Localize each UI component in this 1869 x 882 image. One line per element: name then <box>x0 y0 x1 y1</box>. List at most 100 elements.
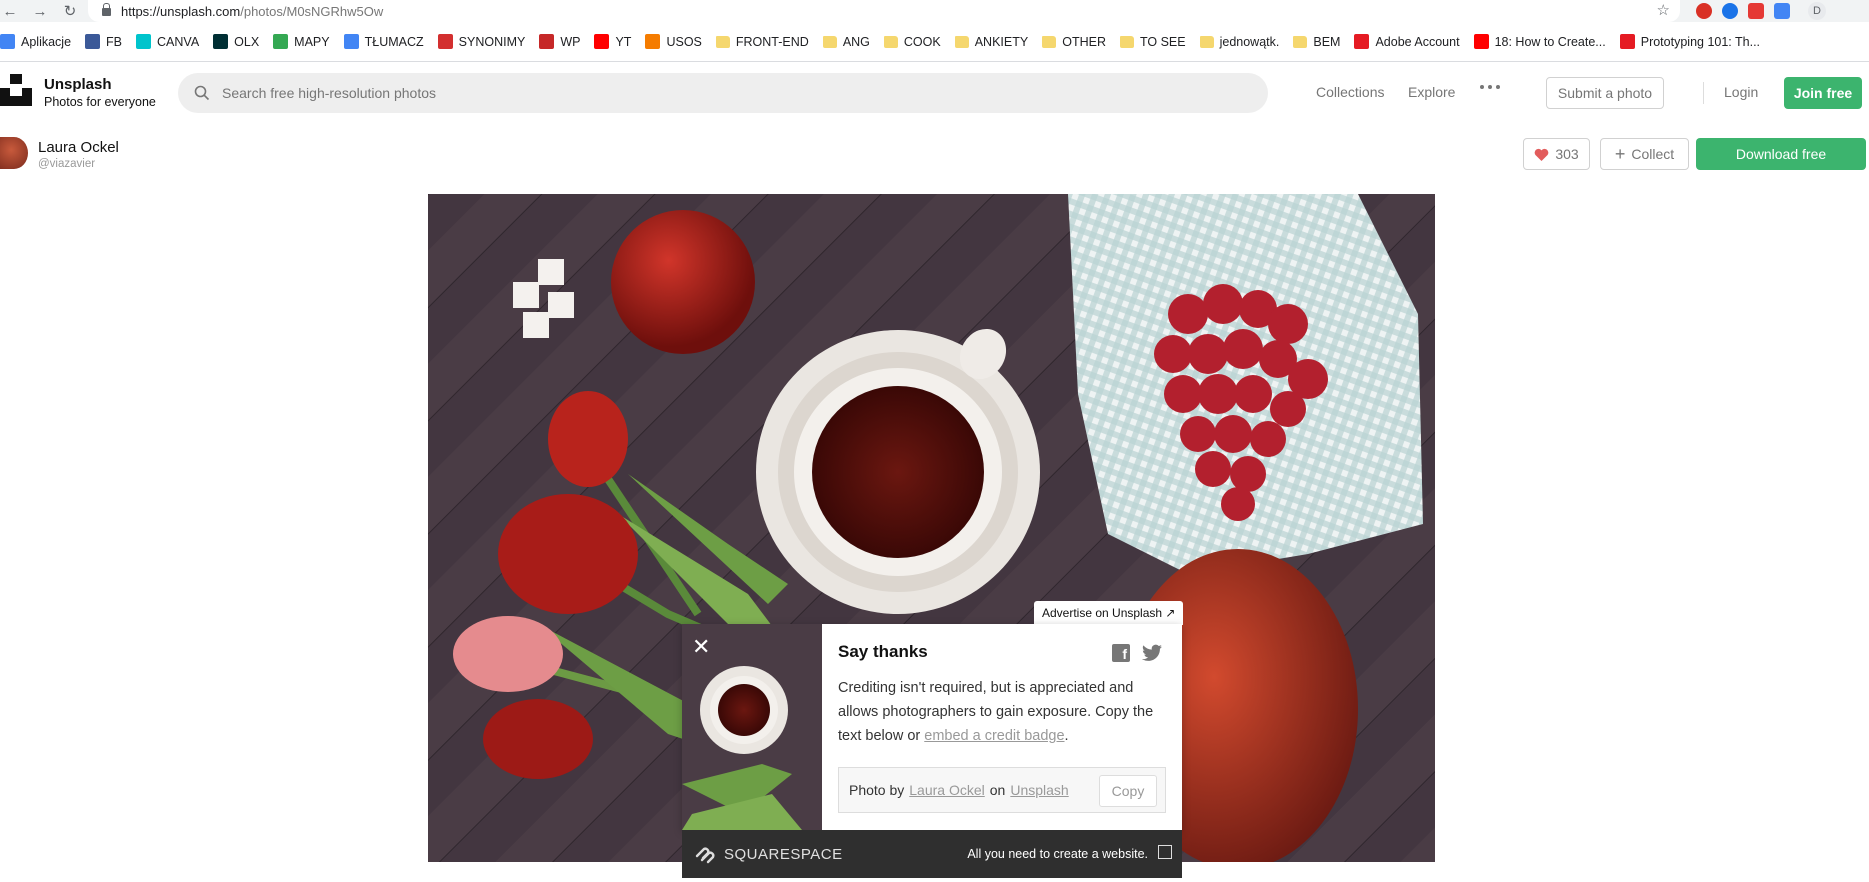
lock-icon <box>102 3 111 16</box>
back-icon[interactable]: ← <box>0 3 20 20</box>
reload-icon[interactable]: ↻ <box>60 2 80 20</box>
bookmark-label: 18: How to Create... <box>1494 34 1606 49</box>
bookmark-label: FB <box>106 34 123 49</box>
bookmark-item[interactable]: ANG <box>822 35 870 49</box>
unsplash-logo-icon[interactable] <box>0 74 32 106</box>
credit-text-box[interactable]: Photo by Laura Ockel on Unsplash Copy <box>838 767 1166 813</box>
olx-icon <box>213 34 229 49</box>
bookmark-label: FRONT-END <box>735 34 809 49</box>
bookmark-item[interactable]: MAPY <box>273 34 330 49</box>
bookmark-item[interactable]: YT <box>594 34 631 49</box>
synonimy-icon <box>437 34 453 49</box>
translate-extension-icon[interactable] <box>1774 3 1790 19</box>
apps-icon <box>0 34 15 49</box>
nav-explore-link[interactable]: Explore <box>1408 84 1455 100</box>
squarespace-logo: SQUARESPACE <box>694 844 843 864</box>
canva-icon <box>136 34 152 49</box>
photographer-name[interactable]: Laura Ockel <box>38 139 119 156</box>
extension-icon[interactable] <box>1696 3 1712 19</box>
like-count: 303 <box>1555 146 1579 162</box>
ad-tagline: All you need to create a website. <box>967 847 1148 861</box>
folder-icon <box>1199 35 1214 48</box>
brand-name: Unsplash <box>44 76 112 93</box>
credit-site-link[interactable]: Unsplash <box>1010 782 1068 798</box>
popup-body-end: . <box>1064 728 1069 744</box>
bookmark-item[interactable]: FRONT-END <box>715 34 809 49</box>
bookmark-label: USOS <box>666 34 702 49</box>
advertise-link[interactable]: Advertise on Unsplash ↗ <box>1034 601 1184 625</box>
ad-brand: SQUARESPACE <box>724 845 843 863</box>
search-bar <box>178 73 1268 113</box>
bookmark-label: Adobe Account <box>1375 34 1460 49</box>
adobe-icon <box>1619 34 1635 49</box>
bookmark-star-icon[interactable]: ☆ <box>1657 1 1670 19</box>
bookmark-item[interactable]: SYNONIMY <box>437 34 525 49</box>
brand[interactable]: Unsplash Photos for everyone <box>44 76 156 109</box>
join-free-button[interactable]: Join free <box>1784 77 1862 109</box>
brand-tagline: Photos for everyone <box>44 95 156 109</box>
embed-badge-link[interactable]: embed a credit badge <box>924 728 1064 744</box>
maps-icon <box>273 34 289 49</box>
photographer-avatar[interactable] <box>0 137 28 169</box>
more-menu-icon[interactable] <box>1480 85 1500 89</box>
bookmark-item[interactable]: USOS <box>645 34 702 49</box>
like-button[interactable]: 303 <box>1523 138 1590 170</box>
bookmark-label: ANKIETY <box>974 34 1029 49</box>
search-input[interactable] <box>222 85 1222 101</box>
bookmark-item[interactable]: Aplikacje <box>0 34 71 49</box>
close-icon[interactable]: ✕ <box>692 636 710 658</box>
collect-button[interactable]: + Collect <box>1600 138 1689 170</box>
bookmark-label: TO SEE <box>1139 34 1186 49</box>
wp-icon <box>539 34 555 49</box>
bookmark-item[interactable]: BEM <box>1293 35 1340 49</box>
heart-icon <box>1534 148 1549 161</box>
submit-photo-button[interactable]: Submit a photo <box>1546 77 1664 109</box>
search-icon <box>194 85 210 101</box>
bookmark-item[interactable]: WP <box>539 34 580 49</box>
bookmark-item[interactable]: Adobe Account <box>1354 34 1460 49</box>
bookmark-item[interactable]: jednowątk. <box>1199 35 1279 49</box>
browser-nav: ← → ↻ <box>0 2 80 21</box>
folder-icon <box>1042 35 1057 48</box>
popup-title: Say thanks <box>838 642 928 661</box>
bookmark-label: WP <box>560 34 581 49</box>
forward-icon[interactable]: → <box>30 3 50 20</box>
nav-collections-link[interactable]: Collections <box>1316 84 1384 100</box>
credit-author-link[interactable]: Laura Ockel <box>909 782 984 798</box>
youtube-icon <box>594 34 610 49</box>
copy-button[interactable]: Copy <box>1099 775 1157 807</box>
url-host: https://unsplash.com <box>121 3 241 19</box>
twitter-share-icon[interactable] <box>1142 644 1162 662</box>
usos-icon <box>645 34 661 49</box>
bookmark-item[interactable]: ANKIETY <box>954 34 1029 49</box>
bookmark-item[interactable]: TO SEE <box>1119 34 1186 49</box>
bookmark-item[interactable]: OLX <box>213 34 259 49</box>
adobe-icon <box>1354 34 1370 49</box>
photographer-handle[interactable]: @viazavier <box>38 158 95 170</box>
facebook-icon <box>85 34 101 49</box>
bookmark-item[interactable]: 18: How to Create... <box>1473 34 1606 49</box>
plus-icon: + <box>1614 144 1626 164</box>
squarespace-ad[interactable]: SQUARESPACE All you need to create a web… <box>682 830 1182 878</box>
profile-avatar[interactable]: D <box>1808 2 1826 20</box>
bookmark-item[interactable]: COOK <box>883 35 941 49</box>
bookmark-item[interactable]: TŁUMACZ <box>343 34 424 49</box>
bookmark-label: OTHER <box>1062 34 1106 49</box>
facebook-share-icon[interactable]: f <box>1112 644 1130 662</box>
extension-icon[interactable] <box>1748 3 1764 19</box>
bookmarks-bar: Aplikacje FB CANVA OLX MAPY TŁUMACZ SYNONIMY WP… <box>0 22 1869 62</box>
react-devtools-icon[interactable] <box>1722 3 1738 19</box>
bookmark-item[interactable]: CANVA <box>136 34 199 49</box>
credit-on: on <box>989 782 1006 798</box>
download-button[interactable]: Download free <box>1696 138 1866 170</box>
bookmark-label: YT <box>615 34 632 49</box>
bookmark-item[interactable]: OTHER <box>1042 35 1106 49</box>
address-bar[interactable]: https://unsplash.com/photos/M0sNGRhw5Ow … <box>88 0 1680 22</box>
bookmark-item[interactable]: Prototyping 101: Th... <box>1619 34 1760 49</box>
external-link-icon[interactable] <box>1158 845 1172 859</box>
bookmark-label: CANVA <box>157 34 200 49</box>
folder-icon <box>954 35 969 48</box>
login-link[interactable]: Login <box>1724 84 1758 100</box>
bookmark-item[interactable]: FB <box>85 34 122 49</box>
bookmark-label: MAPY <box>294 34 330 49</box>
